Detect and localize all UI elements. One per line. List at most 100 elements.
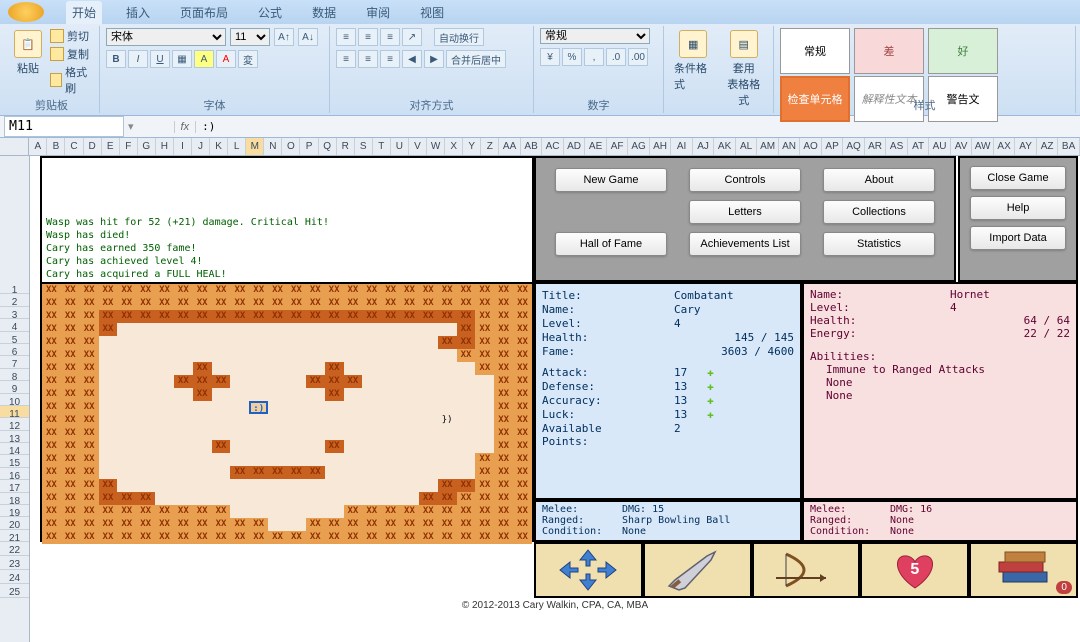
- map-cell[interactable]: XX: [42, 310, 61, 323]
- map-cell[interactable]: [457, 440, 476, 453]
- map-cell[interactable]: [249, 349, 268, 362]
- map-cell[interactable]: [287, 362, 306, 375]
- map-cell[interactable]: [212, 336, 231, 349]
- map-cell[interactable]: XX: [42, 479, 61, 492]
- map-cell[interactable]: XX: [325, 284, 344, 297]
- map-cell[interactable]: [136, 440, 155, 453]
- map-cell[interactable]: [249, 453, 268, 466]
- map-cell[interactable]: [212, 414, 231, 427]
- map-cell[interactable]: XX: [344, 297, 363, 310]
- map-cell[interactable]: [306, 453, 325, 466]
- map-cell[interactable]: [230, 505, 249, 518]
- col-header[interactable]: E: [102, 138, 120, 155]
- map-cell[interactable]: XX: [457, 349, 476, 362]
- map-cell[interactable]: [268, 518, 287, 531]
- map-cell[interactable]: XX: [494, 375, 513, 388]
- map-cell[interactable]: XX: [400, 297, 419, 310]
- row-header[interactable]: 18: [0, 493, 29, 505]
- map-cell[interactable]: [381, 453, 400, 466]
- col-header[interactable]: T: [373, 138, 391, 155]
- map-cell[interactable]: [193, 414, 212, 427]
- map-cell[interactable]: XX: [419, 505, 438, 518]
- col-header[interactable]: U: [391, 138, 409, 155]
- tab-formulas[interactable]: 公式: [252, 1, 288, 24]
- map-cell[interactable]: [362, 375, 381, 388]
- map-cell[interactable]: [136, 388, 155, 401]
- map-cell[interactable]: XX: [438, 531, 457, 544]
- col-header[interactable]: AD: [564, 138, 586, 155]
- tab-data[interactable]: 数据: [306, 1, 342, 24]
- map-cell[interactable]: XX: [42, 492, 61, 505]
- map-cell[interactable]: XX: [325, 297, 344, 310]
- map-cell[interactable]: [344, 492, 363, 505]
- map-cell[interactable]: [419, 440, 438, 453]
- map-cell[interactable]: XX: [494, 492, 513, 505]
- map-cell[interactable]: XX: [117, 518, 136, 531]
- map-cell[interactable]: [212, 427, 231, 440]
- map-cell[interactable]: XX: [136, 310, 155, 323]
- map-cell[interactable]: XX: [381, 284, 400, 297]
- map-cell[interactable]: [362, 466, 381, 479]
- map-cell[interactable]: [362, 388, 381, 401]
- map-cell[interactable]: XX: [475, 336, 494, 349]
- map-cell[interactable]: [306, 349, 325, 362]
- map-cell[interactable]: [325, 323, 344, 336]
- map-cell[interactable]: XX: [117, 505, 136, 518]
- hall-of-fame-button[interactable]: Hall of Fame: [555, 232, 667, 256]
- align-left-button[interactable]: ≡: [336, 50, 356, 68]
- map-cell[interactable]: XX: [155, 297, 174, 310]
- map-cell[interactable]: XX: [174, 531, 193, 544]
- map-cell[interactable]: XX: [457, 531, 476, 544]
- map-cell[interactable]: [249, 336, 268, 349]
- map-cell[interactable]: XX: [42, 440, 61, 453]
- map-cell[interactable]: [230, 414, 249, 427]
- map-cell[interactable]: XX: [287, 531, 306, 544]
- map-cell[interactable]: XX: [494, 427, 513, 440]
- italic-button[interactable]: I: [128, 50, 148, 68]
- map-cell[interactable]: [230, 492, 249, 505]
- help-button[interactable]: Help: [970, 196, 1066, 220]
- map-cell[interactable]: XX: [212, 440, 231, 453]
- map-cell[interactable]: [155, 414, 174, 427]
- map-cell[interactable]: XX: [42, 518, 61, 531]
- col-header[interactable]: P: [300, 138, 318, 155]
- map-cell[interactable]: XX: [61, 362, 80, 375]
- map-cell[interactable]: [325, 466, 344, 479]
- map-cell[interactable]: [117, 427, 136, 440]
- map-cell[interactable]: XX: [344, 505, 363, 518]
- map-cell[interactable]: [438, 349, 457, 362]
- row-header[interactable]: 5: [0, 332, 29, 344]
- map-cell[interactable]: XX: [42, 297, 61, 310]
- map-cell[interactable]: [212, 349, 231, 362]
- about-button[interactable]: About: [823, 168, 935, 192]
- map-cell[interactable]: [344, 336, 363, 349]
- map-cell[interactable]: XX: [400, 531, 419, 544]
- map-cell[interactable]: [306, 505, 325, 518]
- select-all-corner[interactable]: [0, 138, 29, 155]
- map-cell[interactable]: XX: [457, 518, 476, 531]
- map-cell[interactable]: [249, 375, 268, 388]
- map-cell[interactable]: XX: [61, 518, 80, 531]
- map-cell[interactable]: [117, 375, 136, 388]
- spellbook-button[interactable]: 0: [969, 542, 1078, 598]
- map-cell[interactable]: XX: [268, 284, 287, 297]
- map-cell[interactable]: XX: [80, 362, 99, 375]
- map-cell[interactable]: [306, 492, 325, 505]
- map-cell[interactable]: [174, 466, 193, 479]
- col-header[interactable]: W: [427, 138, 445, 155]
- map-cell[interactable]: XX: [494, 401, 513, 414]
- map-cell[interactable]: [419, 414, 438, 427]
- map-cell[interactable]: [287, 336, 306, 349]
- map-cell[interactable]: XX: [325, 375, 344, 388]
- map-cell[interactable]: XX: [174, 297, 193, 310]
- map-cell[interactable]: XX: [513, 479, 532, 492]
- map-cell[interactable]: XX: [287, 310, 306, 323]
- row-header[interactable]: 24: [0, 570, 29, 584]
- map-cell[interactable]: XX: [381, 310, 400, 323]
- row-header[interactable]: 7: [0, 356, 29, 368]
- map-cell[interactable]: XX: [494, 466, 513, 479]
- map-cell[interactable]: XX: [457, 492, 476, 505]
- luck-plus-button[interactable]: ✚: [707, 408, 714, 421]
- map-cell[interactable]: XX: [438, 297, 457, 310]
- map-cell[interactable]: XX: [42, 401, 61, 414]
